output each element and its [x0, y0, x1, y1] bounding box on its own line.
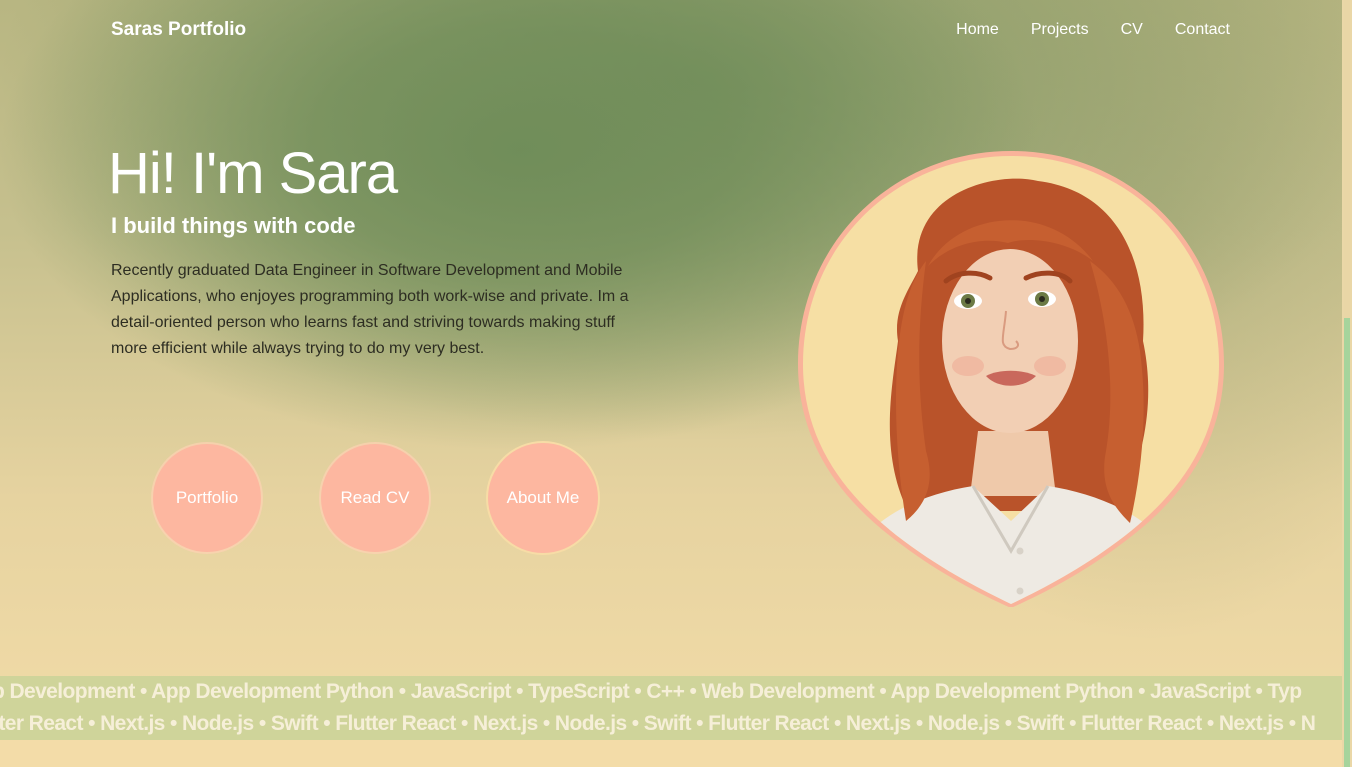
nav-link-home[interactable]: Home: [956, 21, 999, 39]
skills-marquee-row-2: tter React • Next.js • Node.js • Swift •…: [0, 712, 1316, 735]
hero-description: Recently graduated Data Engineer in Soft…: [111, 262, 629, 357]
skills-marquee-row-1: b Development • App Development Python •…: [0, 680, 1302, 703]
hero-subtitle: I build things with code: [111, 213, 356, 238]
nav-link-projects[interactable]: Projects: [1031, 21, 1089, 39]
page-scrollbar[interactable]: [1342, 0, 1352, 767]
about-me-button[interactable]: About Me: [488, 443, 598, 553]
read-cv-button[interactable]: Read CV: [321, 444, 429, 552]
nav-links: Home Projects CV Contact: [956, 21, 1230, 39]
portrait-image: [798, 151, 1224, 607]
brand-logo[interactable]: Saras Portfolio: [111, 19, 246, 41]
top-nav: Saras Portfolio Home Projects CV Contact: [0, 0, 1342, 62]
portfolio-button[interactable]: Portfolio: [153, 444, 261, 552]
nav-link-contact[interactable]: Contact: [1175, 21, 1230, 39]
scrollbar-thumb[interactable]: [1344, 318, 1350, 767]
scrollbar-track-upper: [1344, 0, 1350, 318]
skills-marquee: b Development • App Development Python •…: [0, 676, 1342, 740]
hero-title: Hi! I'm Sara: [108, 141, 398, 206]
nav-link-cv[interactable]: CV: [1121, 21, 1143, 39]
page-below-fold: [0, 740, 1342, 767]
